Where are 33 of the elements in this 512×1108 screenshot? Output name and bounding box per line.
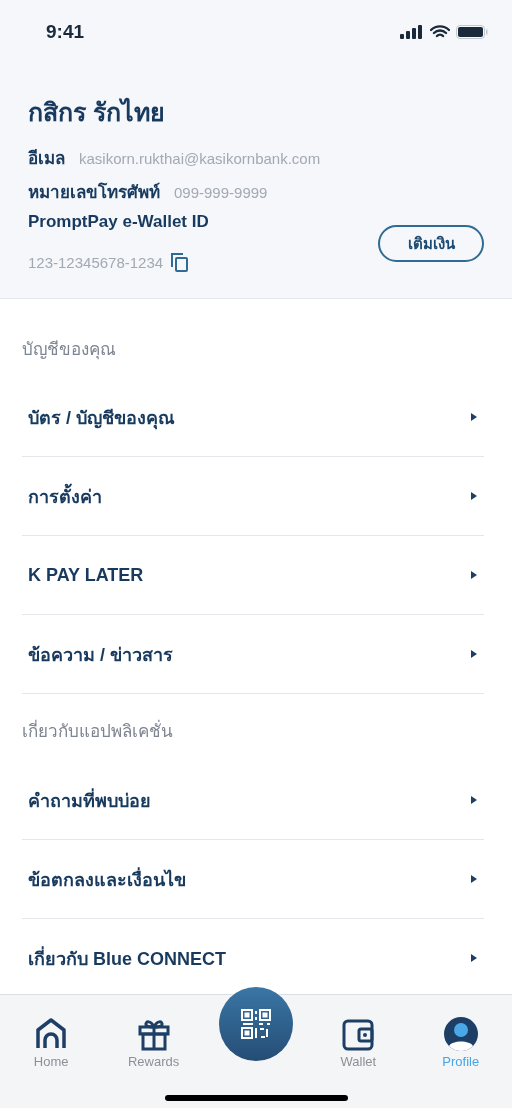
caret-icon: [470, 491, 478, 501]
field-label: PromptPay e-Wallet ID: [28, 212, 209, 232]
topup-button[interactable]: เติมเงิน: [378, 225, 484, 262]
menu-item[interactable]: คำถามที่พบบ่อย: [22, 761, 484, 840]
field-value: 099-999-9999: [174, 184, 268, 201]
wallet-id: 123-12345678-1234: [28, 253, 164, 271]
user-name: กสิกร รักไทย: [28, 96, 166, 128]
home-icon: [34, 1017, 69, 1051]
menu-item[interactable]: ข้อตกลงและเงื่อนไข: [22, 840, 484, 919]
field-value: kasikorn.rukthai@kasikornbank.com: [79, 150, 321, 167]
copy-icon[interactable]: [171, 252, 190, 272]
avatar-icon: [443, 1017, 478, 1051]
caret-icon: [470, 795, 478, 805]
status-time: 9:41: [46, 21, 85, 43]
caret-icon: [470, 649, 478, 659]
field-label: หมายเลขโทรศัพท์: [28, 181, 160, 204]
menu-item[interactable]: การตั้งค่า: [22, 457, 484, 536]
menu-item[interactable]: K PAY LATER: [22, 536, 484, 615]
signal-icon: [400, 25, 424, 39]
menu-item[interactable]: บัตร / บัญชีของคุณ: [22, 378, 484, 457]
gift-icon: [136, 1017, 171, 1051]
field-label: อีเมล: [28, 148, 65, 170]
section-heading: บัญชีของคุณ: [22, 339, 117, 362]
caret-icon: [470, 874, 478, 884]
caret-icon: [470, 412, 478, 422]
caret-icon: [470, 953, 478, 963]
wifi-icon: [430, 25, 450, 39]
section-heading: เกี่ยวกับแอปพลิเคชั่น: [22, 694, 484, 761]
caret-icon: [470, 570, 478, 580]
battery-icon: [456, 25, 488, 39]
wallet-icon: [342, 1019, 375, 1051]
menu-item[interactable]: ข้อความ / ข่าวสาร: [22, 615, 484, 694]
qr-code-icon: [241, 1009, 271, 1039]
